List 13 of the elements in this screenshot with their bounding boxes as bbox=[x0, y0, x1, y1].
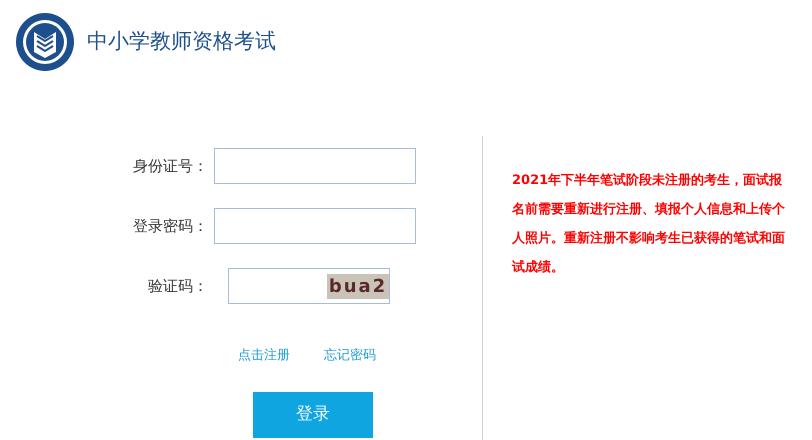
login-button[interactable]: 登录 bbox=[253, 392, 373, 438]
text-link[interactable]: 点击注册 bbox=[238, 346, 290, 366]
field-label: 身份证号： bbox=[132, 156, 208, 177]
captcha-field[interactable]: bua2 bbox=[228, 268, 390, 304]
captcha-image: bua2 bbox=[327, 274, 389, 298]
site-title: 中小学教师资格考试 bbox=[87, 28, 276, 56]
input-field[interactable] bbox=[214, 208, 416, 244]
notice-text: 2021年下半年笔试阶段未注册的考生，面试报名前需要重新进行注册、填报个人信息和上传个人照片。重新注册不影响考生已获得的笔试和面试成绩。 bbox=[512, 172, 786, 277]
field-label: 验证码： bbox=[147, 276, 208, 297]
field-label: 登录密码： bbox=[132, 216, 208, 237]
input-field[interactable] bbox=[214, 148, 416, 184]
text-link[interactable]: 忘记密码 bbox=[324, 346, 376, 366]
logo-icon bbox=[15, 12, 75, 72]
